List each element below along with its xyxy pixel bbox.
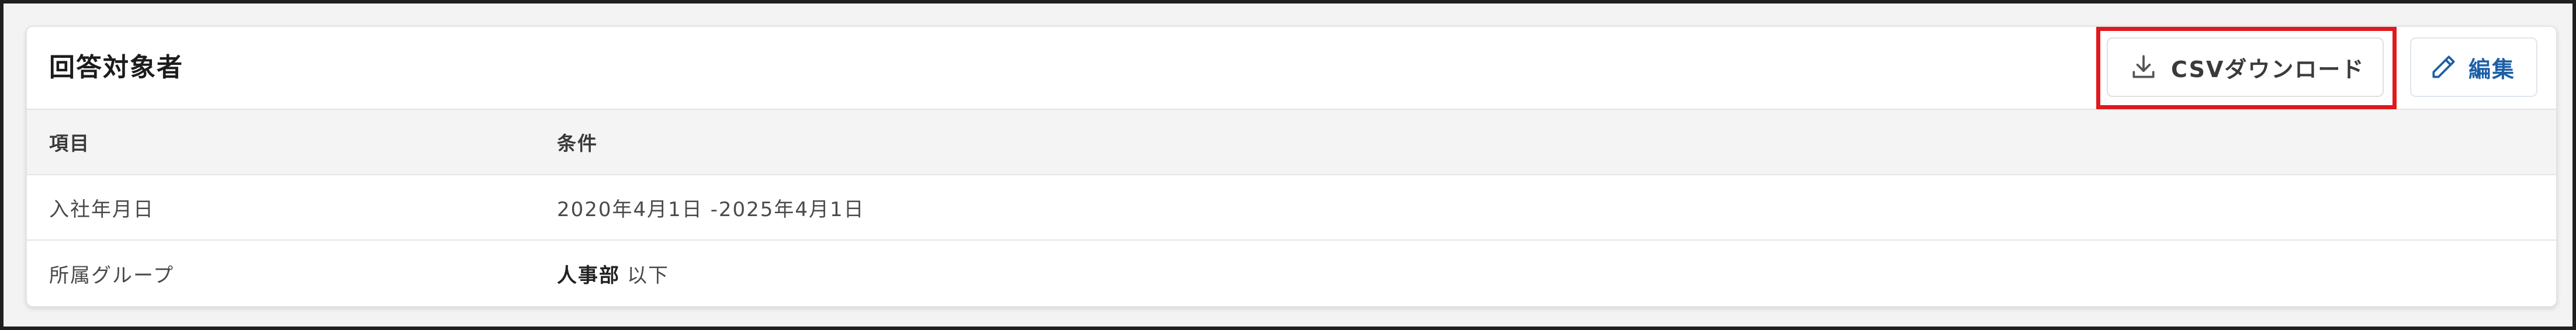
group-scope: 以下	[627, 263, 669, 287]
card-title: 回答対象者	[49, 53, 183, 82]
row-item-hire-date: 入社年月日	[49, 197, 154, 221]
table-row: 入社年月日 2020年4月1日 -2025年4月1日	[27, 175, 2556, 241]
column-header-item: 項目	[49, 132, 90, 155]
row-condition-group: 人事部 以下	[557, 241, 669, 306]
table-header-row: 項目 条件	[27, 110, 2556, 175]
respondents-card: 回答対象者 CSVダウンロード 編集 項目 条件 入社年月日 2020年4月1日…	[26, 26, 2557, 307]
row-condition-hire-date: 2020年4月1日 -2025年4月1日	[557, 197, 865, 221]
pencil-icon	[2429, 53, 2458, 82]
edit-button[interactable]: 編集	[2410, 37, 2537, 97]
conditions-table: 項目 条件 入社年月日 2020年4月1日 -2025年4月1日 所属グループ …	[27, 110, 2556, 306]
window-frame: 回答対象者 CSVダウンロード 編集 項目 条件 入社年月日 2020年4月1日…	[0, 0, 2576, 330]
row-item-group: 所属グループ	[49, 263, 174, 287]
edit-label: 編集	[2468, 56, 2516, 82]
card-header: 回答対象者 CSVダウンロード 編集	[27, 27, 2556, 110]
group-name: 人事部	[557, 263, 620, 287]
csv-download-label: CSVダウンロード	[2171, 56, 2365, 82]
download-icon	[2129, 53, 2158, 82]
csv-download-button[interactable]: CSVダウンロード	[2107, 37, 2384, 97]
table-row: 所属グループ 人事部 以下	[27, 241, 2556, 306]
column-header-condition: 条件	[557, 132, 598, 155]
